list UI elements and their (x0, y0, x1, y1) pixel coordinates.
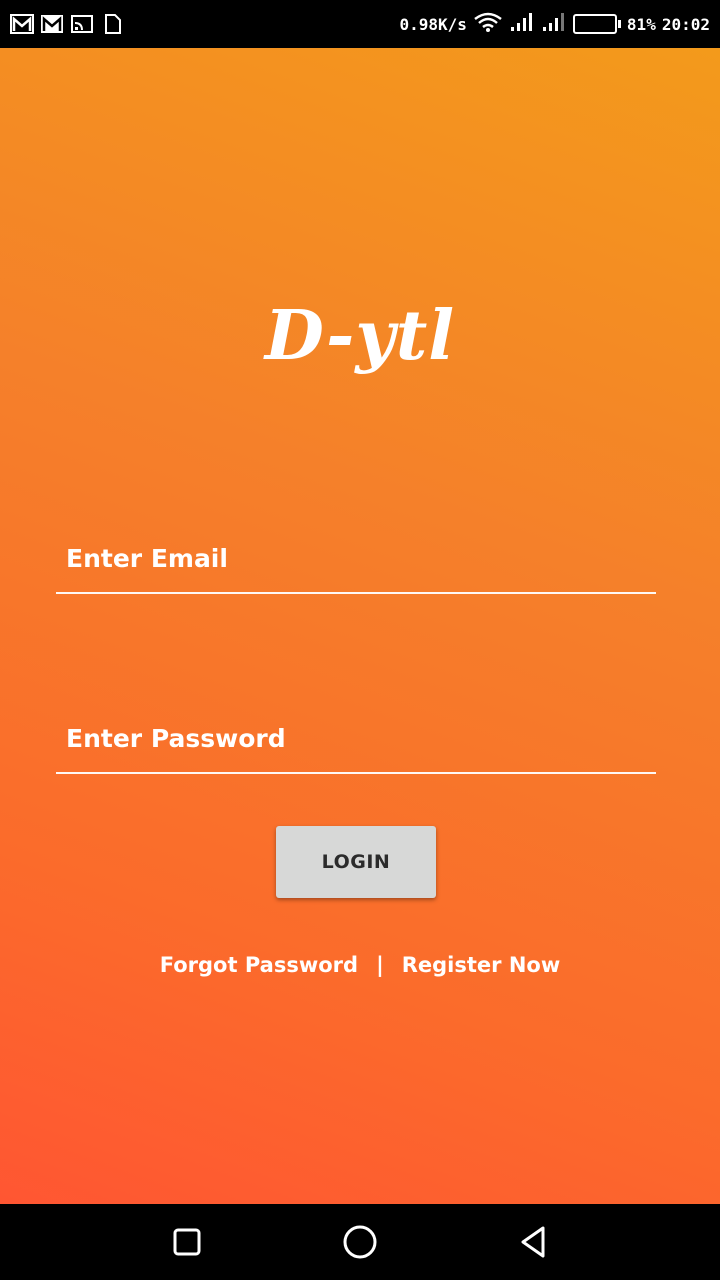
navigation-bar (0, 1204, 720, 1280)
register-now-link[interactable]: Register Now (402, 953, 561, 977)
back-triangle-icon[interactable] (503, 1212, 563, 1272)
battery-icon (572, 14, 621, 34)
clock: 20:02 (661, 14, 710, 34)
sd-card-icon (100, 13, 124, 35)
gmail-icon (10, 13, 34, 35)
login-screen: D-ytl LOGIN Forgot Password | Register N… (0, 48, 720, 1204)
cast-icon (70, 13, 94, 35)
battery-percent: 81% (626, 14, 656, 34)
login-button[interactable]: LOGIN (276, 826, 436, 898)
password-field-container (56, 710, 656, 774)
wifi-icon (473, 11, 503, 37)
password-field[interactable] (56, 710, 656, 772)
signal-icon (509, 11, 535, 37)
forgot-password-link[interactable]: Forgot Password (160, 953, 358, 977)
home-circle-icon[interactable] (330, 1212, 390, 1272)
network-speed: 0.98K/s (399, 14, 467, 34)
email-field-container (56, 530, 656, 594)
signal-icon (541, 11, 567, 37)
notification-icons (10, 13, 124, 35)
recents-square-icon[interactable] (157, 1212, 217, 1272)
auth-links: Forgot Password | Register Now (0, 953, 720, 977)
gmail-icon (40, 13, 64, 35)
screen: 0.98K/s 81% 20:02 D-ytl LOG (0, 0, 720, 1280)
status-bar: 0.98K/s 81% 20:02 (0, 0, 720, 48)
email-field[interactable] (56, 530, 656, 592)
link-separator: | (376, 953, 384, 977)
app-logo: D-ytl (264, 296, 456, 376)
status-indicators: 0.98K/s 81% 20:02 (399, 11, 710, 37)
